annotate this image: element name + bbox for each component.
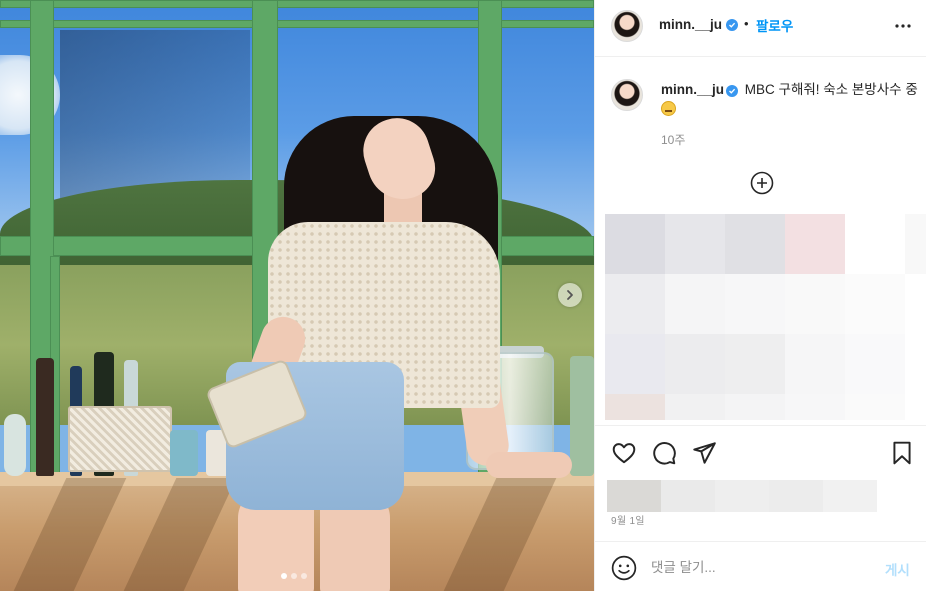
wicker-basket — [68, 406, 172, 472]
avatar[interactable] — [611, 10, 643, 42]
cup — [170, 430, 198, 476]
comment-composer: 게시 — [595, 541, 926, 591]
emoji-icon[interactable] — [611, 555, 637, 581]
verified-badge-icon — [726, 85, 739, 97]
carousel-dot — [291, 573, 297, 579]
soap-dispenser — [4, 414, 26, 476]
grinning-face-icon — [661, 101, 676, 116]
comment-icon[interactable] — [651, 440, 677, 466]
carousel-dot — [301, 573, 307, 579]
appliance — [570, 356, 594, 476]
post-comment-button[interactable]: 게시 — [885, 559, 910, 579]
blurred-comments — [605, 214, 926, 420]
post-sidebar: minn.__ju • 팔로우 minn.__ju MBC 구해줘! 숙소 본방… — [594, 0, 926, 591]
carousel-dots — [281, 573, 307, 579]
avatar[interactable] — [611, 79, 643, 111]
heart-icon[interactable] — [611, 440, 637, 466]
load-more-comments-icon[interactable] — [750, 171, 774, 195]
post-date[interactable]: 9월 1일 — [611, 512, 645, 527]
follow-button[interactable]: 팔로우 — [756, 15, 793, 35]
person-hand — [486, 452, 572, 478]
wine-bottle — [36, 358, 54, 476]
more-options-icon[interactable] — [893, 16, 913, 36]
window-frame-rail — [0, 20, 594, 28]
verified-badge-icon — [726, 19, 738, 31]
caption: minn.__ju MBC 구해줘! 숙소 본방사수 중 — [661, 80, 919, 120]
post-actions — [595, 425, 926, 481]
caption-text: MBC 구해줘! 숙소 본방사수 중 — [744, 82, 918, 97]
window-frame-top — [0, 0, 594, 8]
header-username[interactable]: minn.__ju — [659, 17, 722, 32]
share-icon[interactable] — [691, 440, 717, 466]
carousel-next-icon — [567, 290, 573, 300]
carousel-dot-active — [281, 573, 287, 579]
header-separator: • — [744, 16, 749, 31]
carousel-next-button[interactable] — [558, 283, 582, 307]
post-photo[interactable] — [0, 0, 594, 591]
blurred-likes — [607, 480, 877, 512]
comment-input[interactable] — [651, 556, 871, 578]
post-header: minn.__ju • 팔로우 — [595, 0, 926, 57]
caption-timestamp[interactable]: 10주 — [661, 131, 685, 148]
bookmark-icon[interactable] — [889, 440, 915, 466]
caption-username[interactable]: minn.__ju — [661, 82, 724, 97]
